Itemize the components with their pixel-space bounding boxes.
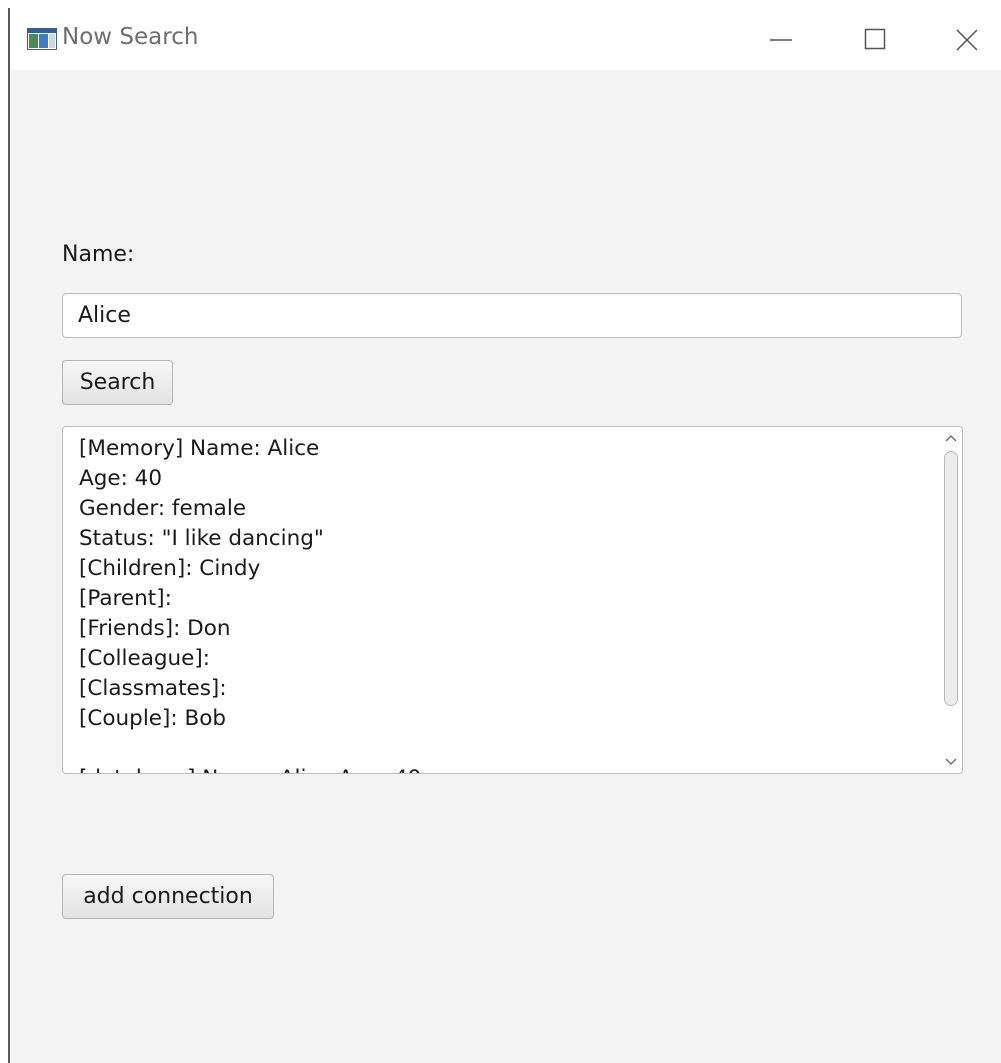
minimize-button[interactable] — [752, 18, 812, 62]
name-input[interactable] — [62, 293, 962, 338]
add-connection-button[interactable]: add connection — [62, 874, 274, 919]
minimize-icon — [770, 39, 792, 41]
results-text-area[interactable]: [Memory] Name: Alice Age: 40 Gender: fem… — [62, 426, 963, 774]
scroll-up-button[interactable] — [940, 427, 962, 449]
scroll-thumb[interactable] — [944, 451, 958, 706]
title-bar[interactable]: Now Search — [10, 8, 1001, 70]
results-text: [Memory] Name: Alice Age: 40 Gender: fem… — [79, 436, 421, 773]
maximize-icon — [864, 28, 886, 50]
app-window-icon — [27, 28, 57, 50]
name-label: Name: — [62, 242, 135, 267]
window-title: Now Search — [62, 24, 199, 50]
chevron-down-icon — [945, 758, 957, 765]
app-window: Now Search Name: Search [Memory] Name: A… — [8, 8, 1001, 1063]
chevron-up-icon — [945, 435, 957, 442]
close-button[interactable] — [936, 18, 996, 62]
maximize-button[interactable] — [846, 18, 906, 62]
results-scrollbar[interactable] — [940, 427, 962, 773]
close-icon — [956, 29, 978, 51]
search-button[interactable]: Search — [62, 360, 173, 405]
scroll-down-button[interactable] — [940, 751, 962, 773]
